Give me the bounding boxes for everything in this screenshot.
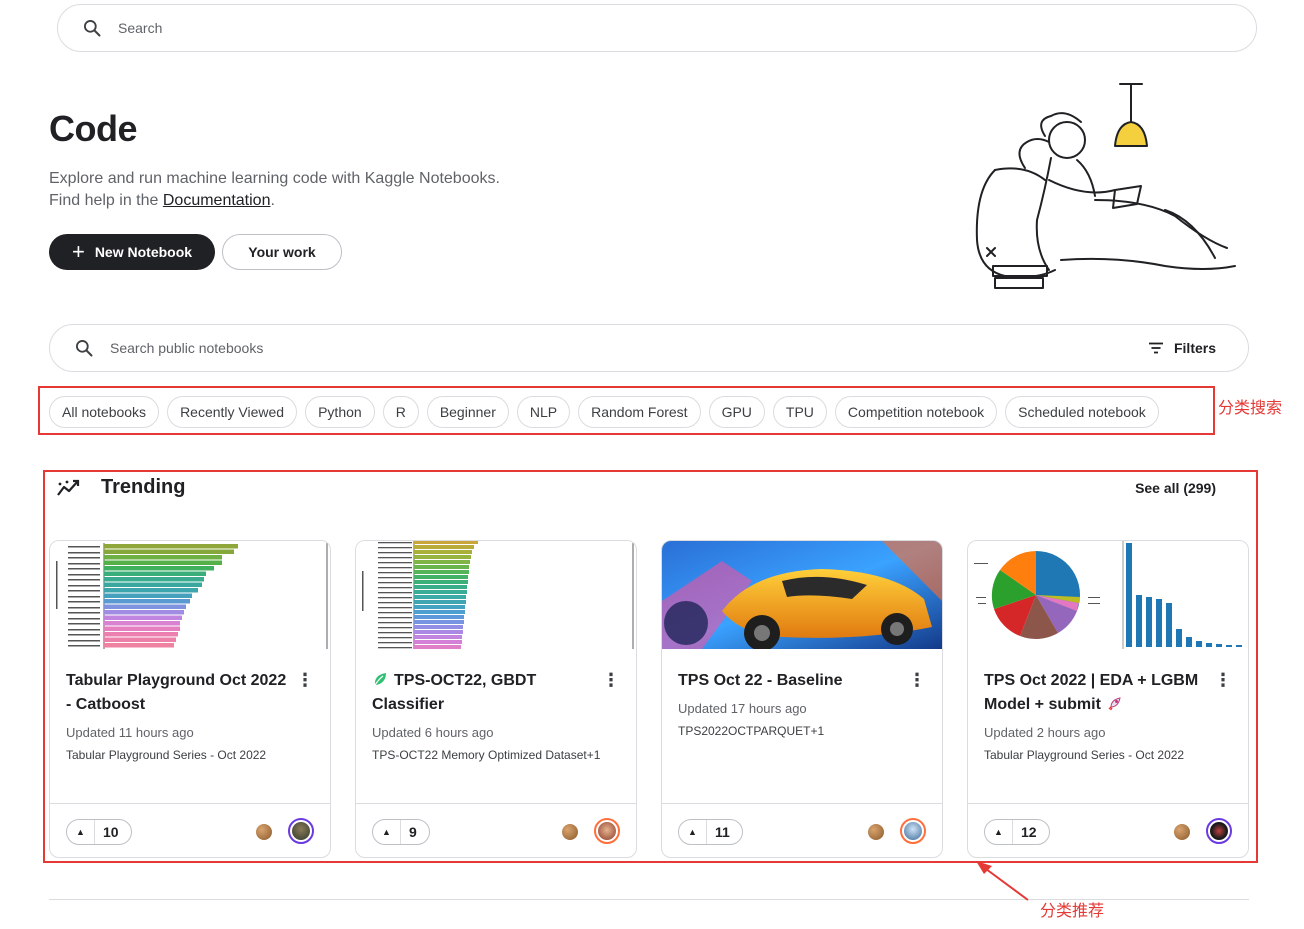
- notebook-dataset[interactable]: TPS2022OCTPARQUET+1: [678, 724, 824, 738]
- chip-beginner[interactable]: Beginner: [426, 396, 509, 428]
- documentation-link[interactable]: Documentation: [163, 192, 271, 209]
- bronze-medal-icon: [256, 824, 272, 840]
- notebook-title-text: TPS-OCT22, GBDT: [394, 672, 537, 689]
- upvote-arrow-icon: ▲: [67, 820, 95, 844]
- upvote-button[interactable]: ▲ 10: [66, 819, 132, 845]
- bronze-medal-icon: [868, 824, 884, 840]
- page-title: Code: [49, 108, 138, 149]
- notebook-card[interactable]: TPS Oct 2022 | EDA + LGBM Model + submit…: [967, 540, 1249, 858]
- description-line-1: Explore and run machine learning code wi…: [49, 170, 500, 187]
- chip-random-forest[interactable]: Random Forest: [578, 396, 701, 428]
- more-options-icon[interactable]: ⋮: [1214, 671, 1232, 689]
- see-all-link[interactable]: See all (299): [1110, 480, 1216, 496]
- filter-icon: [1148, 342, 1163, 354]
- page-description: Explore and run machine learning code wi…: [49, 168, 500, 212]
- chip-all-notebooks[interactable]: All notebooks: [49, 396, 160, 428]
- global-search-placeholder: Search: [118, 20, 163, 36]
- notebook-title-line-1: TPS-OCT22, GBDT: [372, 669, 600, 693]
- your-work-label: Your work: [248, 244, 316, 260]
- trending-title: Trending: [101, 476, 186, 498]
- upvote-arrow-icon: ▲: [679, 820, 707, 844]
- plus-icon: +: [71, 239, 85, 264]
- trending-annotation-label: 分类推荐: [1040, 901, 1105, 920]
- upvote-count: 9: [409, 824, 417, 840]
- notebook-card[interactable]: TPS-OCT22, GBDT Classifier ⋮ Updated 6 h…: [355, 540, 637, 858]
- card-footer: ▲ 12: [968, 803, 1248, 857]
- description-prefix: Find help in the: [49, 192, 163, 209]
- notebook-thumbnail: [968, 541, 1248, 649]
- chip-tpu[interactable]: TPU: [772, 396, 827, 428]
- notebook-title-line-1: TPS Oct 2022 | EDA + LGBM: [984, 672, 1199, 689]
- chip-nlp[interactable]: NLP: [516, 396, 571, 428]
- chip-recently-viewed[interactable]: Recently Viewed: [167, 396, 298, 428]
- notebook-dataset[interactable]: TPS-OCT22 Memory Optimized Dataset+1: [372, 748, 600, 762]
- notebook-title-line-2: Model + submit: [984, 693, 1212, 717]
- upvote-arrow-icon: ▲: [985, 820, 1013, 844]
- notebook-thumbnail: [50, 541, 330, 649]
- author-avatar[interactable]: [1206, 818, 1232, 844]
- card-footer: ▲ 10: [50, 803, 330, 857]
- filters-button[interactable]: Filters: [1148, 340, 1216, 356]
- card-footer: ▲ 9: [356, 803, 636, 857]
- author-avatar[interactable]: [594, 818, 620, 844]
- your-work-button[interactable]: Your work: [222, 234, 342, 270]
- notebook-search-placeholder: Search public notebooks: [110, 340, 264, 356]
- global-search-bar[interactable]: Search: [57, 4, 1257, 52]
- notebook-thumbnail: [662, 541, 942, 649]
- upvote-arrow-icon: ▲: [373, 820, 401, 844]
- search-icon: [76, 340, 93, 357]
- hero-illustration: [975, 83, 1236, 289]
- new-notebook-label: New Notebook: [94, 244, 193, 260]
- more-options-icon[interactable]: ⋮: [908, 671, 926, 689]
- filters-label: Filters: [1173, 340, 1216, 356]
- author-avatar[interactable]: [900, 818, 926, 844]
- notebook-dataset[interactable]: Tabular Playground Series - Oct 2022: [66, 748, 266, 762]
- notebook-title[interactable]: TPS Oct 22 - Baseline: [678, 669, 906, 693]
- notebook-card[interactable]: Tabular Playground Oct 2022 - Catboost ⋮…: [49, 540, 331, 858]
- upvote-button[interactable]: ▲ 12: [984, 819, 1050, 845]
- rocket-icon: [1108, 697, 1121, 711]
- notebook-search-bar[interactable]: Search public notebooks Filters: [49, 324, 1249, 372]
- notebook-updated: Updated 11 hours ago: [66, 725, 194, 740]
- chip-competition-notebook[interactable]: Competition notebook: [834, 396, 998, 428]
- description-line-2: Find help in the Documentation.: [49, 190, 500, 212]
- notebook-title-line-2: - Catboost: [66, 696, 146, 713]
- chip-scheduled-notebook[interactable]: Scheduled notebook: [1005, 396, 1159, 428]
- notebook-updated: Updated 17 hours ago: [678, 701, 807, 716]
- author-avatar[interactable]: [288, 818, 314, 844]
- leaf-icon: [374, 673, 386, 686]
- notebook-title[interactable]: TPS Oct 2022 | EDA + LGBM Model + submit: [984, 669, 1212, 717]
- bronze-medal-icon: [562, 824, 578, 840]
- notebook-title-line-1: Tabular Playground Oct 2022: [66, 672, 287, 689]
- upvote-button[interactable]: ▲ 9: [372, 819, 430, 845]
- upvote-count: 11: [715, 824, 730, 840]
- card-footer: ▲ 11: [662, 803, 942, 857]
- chip-r[interactable]: R: [382, 396, 419, 428]
- more-options-icon[interactable]: ⋮: [602, 671, 620, 689]
- notebook-title[interactable]: Tabular Playground Oct 2022 - Catboost: [66, 669, 294, 717]
- search-icon: [84, 20, 101, 37]
- upvote-count: 12: [1021, 824, 1037, 840]
- chip-python[interactable]: Python: [305, 396, 375, 428]
- notebook-thumbnail: [356, 541, 636, 649]
- annotation-arrow: [976, 861, 1029, 901]
- description-suffix: .: [270, 192, 275, 209]
- notebook-dataset[interactable]: Tabular Playground Series - Oct 2022: [984, 748, 1184, 762]
- chip-gpu[interactable]: GPU: [708, 396, 765, 428]
- upvote-count: 10: [103, 824, 119, 840]
- notebook-updated: Updated 2 hours ago: [984, 725, 1106, 740]
- upvote-button[interactable]: ▲ 11: [678, 819, 743, 845]
- chips-annotation-label: 分类搜索: [1218, 398, 1283, 417]
- new-notebook-button[interactable]: + New Notebook: [49, 234, 215, 270]
- category-chips: All notebooks Recently Viewed Python R B…: [49, 396, 1159, 428]
- bronze-medal-icon: [1174, 824, 1190, 840]
- trending-icon: [57, 479, 80, 496]
- notebook-card[interactable]: TPS Oct 22 - Baseline ⋮ Updated 17 hours…: [661, 540, 943, 858]
- notebook-title-line-1: TPS Oct 22 - Baseline: [678, 672, 843, 689]
- notebook-title[interactable]: TPS-OCT22, GBDT Classifier: [372, 669, 600, 717]
- notebook-title-text: Model + submit: [984, 696, 1101, 713]
- notebook-updated: Updated 6 hours ago: [372, 725, 494, 740]
- more-options-icon[interactable]: ⋮: [296, 671, 314, 689]
- notebook-title-line-2: Classifier: [372, 696, 445, 713]
